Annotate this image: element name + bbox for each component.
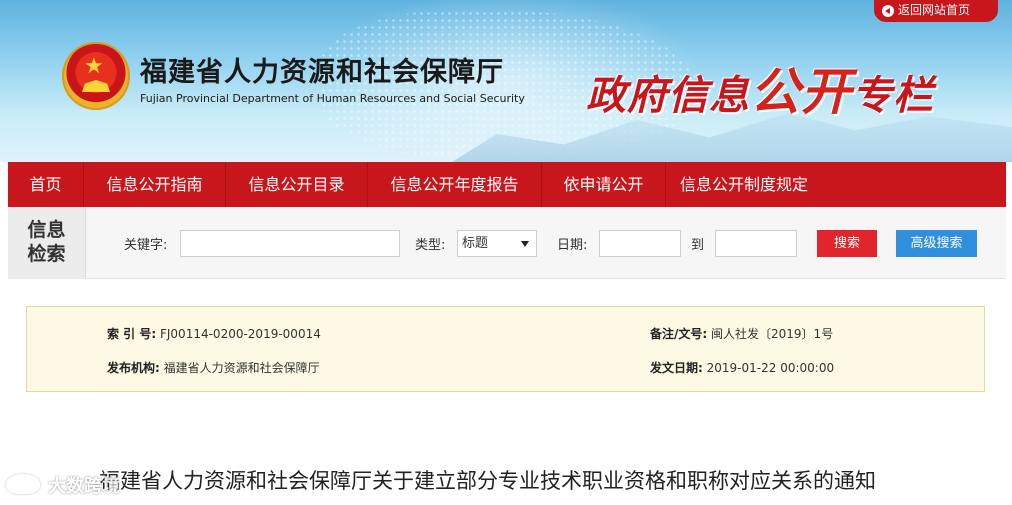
watermark: 大数跨境 [6, 470, 136, 500]
publish-date-label: 发文日期: [650, 361, 703, 375]
index-number-value: FJ00114-0200-2019-00014 [159, 327, 321, 341]
nav-item-home[interactable]: 首页 [8, 162, 84, 207]
column-title-part1: 政府信息 [586, 73, 750, 119]
publisher-field: 发布机构: 福建省人力资源和社会保障厅 [107, 359, 320, 376]
type-select-value: 标题 [462, 236, 489, 251]
nav-item-catalog[interactable]: 信息公开目录 [226, 162, 368, 207]
nav-item-apply[interactable]: 依申请公开 [542, 162, 666, 207]
main-nav: 首页 信息公开指南 信息公开目录 信息公开年度报告 依申请公开 信息公开制度规定 [8, 162, 1006, 207]
gate-icon [82, 80, 110, 92]
return-home-label: 返回网站首页 [898, 3, 971, 17]
search-button[interactable]: 搜索 [817, 230, 877, 257]
back-arrow-icon [882, 5, 894, 17]
chevron-down-icon [521, 241, 529, 247]
search-title-line2: 检索 [27, 243, 66, 265]
doc-number-field: 备注/文号: 闽人社发〔2019〕1号 [650, 325, 833, 342]
search-title-line1: 信息 [27, 219, 66, 241]
date-to-input[interactable] [715, 230, 797, 257]
watermark-logo-icon [6, 474, 40, 494]
article-title: 福建省人力资源和社会保障厅关于建立部分专业技术职业资格和职称对应关系的通知 [99, 469, 876, 493]
search-panel-title: 信息 检索 [8, 207, 86, 279]
watermark-text: 大数跨境 [48, 476, 120, 497]
keyword-label: 关键字: [124, 238, 168, 253]
keyword-input[interactable] [180, 230, 400, 257]
publisher-value: 福建省人力资源和社会保障厅 [163, 361, 320, 375]
doc-number-value: 闽人社发〔2019〕1号 [711, 327, 834, 341]
column-title-part3: 专栏 [852, 73, 934, 119]
star-icon: ★ [84, 54, 104, 79]
publish-date-value: 2019-01-22 00:00:00 [706, 361, 835, 375]
department-name: 福建省人力资源和社会保障厅 [140, 57, 504, 88]
department-name-english: Fujian Provincial Department of Human Re… [140, 92, 525, 105]
header-banner: 返回网站首页 ★ 福建省人力资源和社会保障厅 Fujian Provincial… [0, 0, 1012, 162]
column-title: 政府信息公开专栏 [586, 52, 934, 124]
publisher-label: 发布机构: [107, 361, 160, 375]
advanced-search-button[interactable]: 高级搜索 [896, 230, 977, 257]
type-label: 类型: [415, 238, 446, 253]
nav-item-annual-report[interactable]: 信息公开年度报告 [368, 162, 542, 207]
nav-item-guide[interactable]: 信息公开指南 [84, 162, 226, 207]
nav-item-regulations[interactable]: 信息公开制度规定 [666, 162, 822, 207]
date-to-label: 到 [691, 238, 705, 253]
date-from-input[interactable] [599, 230, 681, 257]
index-number-field: 索 引 号: FJ00114-0200-2019-00014 [107, 325, 321, 342]
document-info-box: 索 引 号: FJ00114-0200-2019-00014 备注/文号: 闽人… [26, 306, 985, 392]
date-label: 日期: [557, 238, 588, 253]
return-home-link[interactable]: 返回网站首页 [874, 0, 998, 22]
index-number-label: 索 引 号: [107, 327, 157, 341]
doc-number-label: 备注/文号: [650, 327, 708, 341]
column-title-part2: 公开 [750, 63, 852, 121]
publish-date-field: 发文日期: 2019-01-22 00:00:00 [650, 359, 834, 376]
national-emblem-logo: ★ [62, 42, 130, 110]
type-select[interactable]: 标题 [457, 230, 537, 257]
search-panel: 信息 检索 关键字: 类型: 标题 日期: 到 搜索 高级搜索 [8, 207, 1006, 279]
